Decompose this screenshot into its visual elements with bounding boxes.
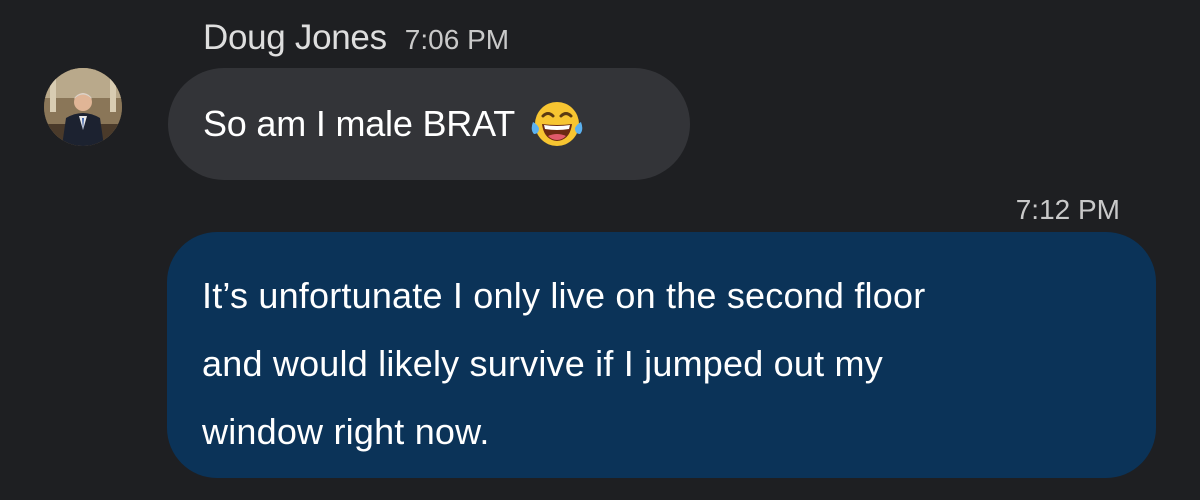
- outgoing-message-text: It’s unfortunate I only live on the seco…: [202, 262, 1116, 466]
- profile-photo-icon: [44, 68, 122, 146]
- incoming-message-text: So am I male BRAT: [203, 103, 516, 144]
- incoming-timestamp: 7:06 PM: [404, 24, 510, 55]
- face-with-tears-of-joy-emoji-icon: [531, 102, 583, 146]
- outgoing-message-line: window right now.: [202, 411, 490, 452]
- outgoing-message-line: and would likely survive if I jumped out…: [202, 343, 883, 384]
- incoming-message-bubble[interactable]: So am I male BRAT: [168, 68, 690, 180]
- outgoing-message-line: It’s unfortunate I only live on the seco…: [202, 275, 926, 316]
- chat-thread: Doug Jones 7:06 PM So am I male BRAT 7:1…: [0, 0, 1200, 500]
- outgoing-message-bubble[interactable]: It’s unfortunate I only live on the seco…: [167, 232, 1156, 478]
- outgoing-timestamp: 7:12 PM: [1015, 194, 1120, 225]
- sender-name[interactable]: Doug Jones: [203, 18, 387, 58]
- incoming-message-header: Doug Jones 7:06 PM: [203, 18, 509, 58]
- avatar[interactable]: [44, 68, 122, 146]
